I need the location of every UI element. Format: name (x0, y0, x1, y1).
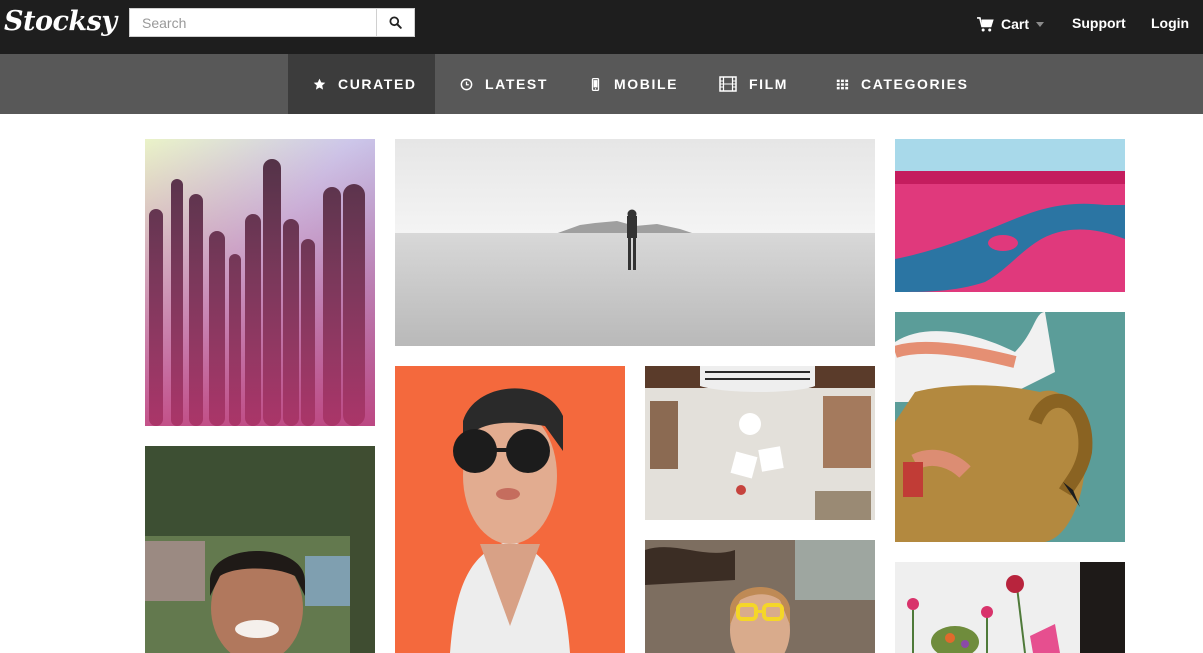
stocksy-logo[interactable]: Stocksy (4, 6, 117, 37)
search-input[interactable] (130, 9, 380, 36)
cart-button[interactable]: Cart (977, 15, 1045, 33)
photo-smiling-boy[interactable] (145, 446, 375, 653)
star-icon (313, 78, 326, 90)
tab-label: LATEST (485, 76, 549, 92)
film-icon (719, 76, 737, 92)
search-icon (389, 16, 402, 29)
support-link[interactable]: Support (1072, 15, 1126, 31)
photo-pink-landscape[interactable] (895, 139, 1125, 292)
chevron-down-icon (1036, 21, 1045, 27)
photo-flowers-vase[interactable] (895, 562, 1125, 653)
photo-inflatable-swan[interactable] (895, 312, 1125, 542)
photo-cactus[interactable] (145, 139, 375, 426)
tab-label: CURATED (338, 76, 417, 92)
login-link[interactable]: Login (1151, 15, 1189, 31)
tab-mobile[interactable]: MOBILE (589, 54, 678, 114)
tab-film[interactable]: FILM (719, 54, 788, 114)
tab-label: FILM (749, 76, 789, 92)
photo-crafting-table[interactable] (645, 366, 875, 520)
mobile-icon (591, 77, 600, 91)
cart-icon (977, 16, 994, 31)
category-nav: CURATED LATEST MOBILE FILM CATEGORIES (0, 54, 1203, 114)
tab-latest[interactable]: LATEST (460, 54, 548, 114)
photo-desert-figure[interactable] (395, 139, 875, 346)
tab-curated[interactable]: CURATED (288, 54, 435, 114)
tab-categories[interactable]: CATEGORIES (836, 54, 969, 114)
photo-girl-yellow-glasses[interactable] (645, 540, 875, 653)
search-box (129, 8, 415, 37)
top-header: Stocksy Cart Support Login (0, 0, 1203, 54)
search-button[interactable] (376, 9, 414, 36)
photo-woman-sunglasses[interactable] (395, 366, 625, 653)
tab-label: MOBILE (614, 76, 679, 92)
grid-icon (836, 79, 849, 89)
cart-label: Cart (1001, 16, 1030, 32)
tab-label: CATEGORIES (861, 76, 969, 92)
clock-icon (460, 78, 473, 90)
